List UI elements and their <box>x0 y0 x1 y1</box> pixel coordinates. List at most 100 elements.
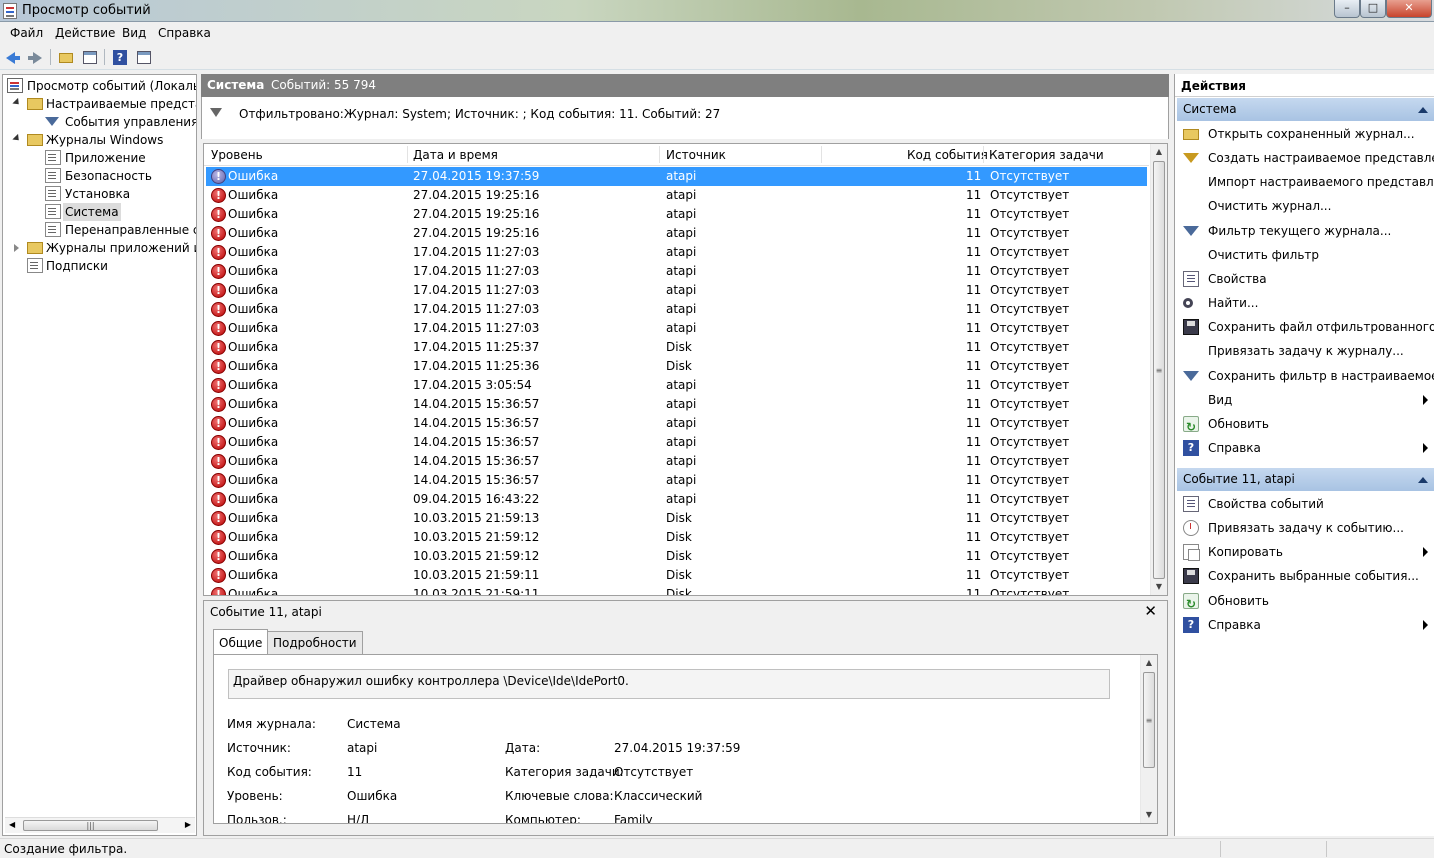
event-viewer-app-icon[interactable] <box>3 3 17 19</box>
close-detail-button[interactable]: ✕ <box>1144 602 1157 620</box>
action-item[interactable]: Вид <box>1177 388 1434 412</box>
action-label: Привязать задачу к журналу... <box>1208 344 1404 359</box>
collapse-arrow-icon[interactable] <box>1418 107 1428 113</box>
tree-item-label: Приложение <box>65 151 146 165</box>
scroll-left-icon[interactable]: ◀ <box>9 820 15 829</box>
action-item[interactable]: Открыть сохраненный журнал... <box>1177 122 1434 146</box>
action-item[interactable]: Сохранить файл отфильтрованного... <box>1177 315 1434 339</box>
action-item[interactable]: Свойства событий <box>1177 492 1434 516</box>
action-item[interactable]: Привязать задачу к журналу... <box>1177 339 1434 363</box>
action-item[interactable]: ? Справка <box>1177 436 1434 460</box>
open-folder-button[interactable] <box>56 48 75 66</box>
scroll-down-icon[interactable]: ▼ <box>1141 807 1157 823</box>
table-row[interactable]: ! Ошибка 17.04.2015 3:05:54 atapi 11 Отсутств… <box>206 376 1147 395</box>
column-header-event-id[interactable]: Код события <box>907 148 988 162</box>
table-row[interactable]: ! Ошибка 27.04.2015 19:25:16 atapi 11 Отсутст… <box>206 186 1147 205</box>
show-hide-tree-button[interactable] <box>80 48 99 66</box>
action-item[interactable]: Обновить <box>1177 412 1434 439</box>
expand-arrow-icon[interactable] <box>12 133 22 144</box>
forward-button[interactable] <box>25 48 44 66</box>
tree-item-windows-logs[interactable]: Журналы Windows <box>11 131 196 149</box>
action-item[interactable]: Создать настраиваемое представле... <box>1177 146 1434 170</box>
back-button[interactable] <box>3 48 22 66</box>
table-row[interactable]: ! Ошибка 10.03.2015 21:59:13 Disk 11 Отсутств… <box>206 509 1147 528</box>
table-row[interactable]: ! Ошибка 14.04.2015 15:36:57 atapi 11 Отсутст… <box>206 471 1147 490</box>
action-item[interactable]: Обновить <box>1177 589 1434 616</box>
action-item[interactable]: Привязать задачу к событию... <box>1177 516 1434 540</box>
menu-file[interactable]: Файл <box>10 26 43 40</box>
column-header-level[interactable]: Уровень <box>211 148 263 162</box>
scroll-up-icon[interactable]: ▲ <box>1141 655 1157 671</box>
menu-help[interactable]: Справка <box>158 26 211 40</box>
action-item[interactable]: Сохранить выбранные события... <box>1177 564 1434 588</box>
table-row[interactable]: ! Ошибка 17.04.2015 11:27:03 atapi 11 Отсутст… <box>206 243 1147 262</box>
table-row[interactable]: ! Ошибка 17.04.2015 11:27:03 atapi 11 Отсутст… <box>206 319 1147 338</box>
expand-arrow-icon[interactable] <box>14 244 19 252</box>
tree-item-system[interactable]: Система <box>43 203 121 221</box>
scrollbar-thumb[interactable]: ≡ <box>1143 672 1155 768</box>
table-row[interactable]: ! Ошибка 27.04.2015 19:25:16 atapi 11 Отсутст… <box>206 224 1147 243</box>
action-item[interactable]: Очистить журнал... <box>1177 194 1434 218</box>
tree-item-label: Система <box>63 203 121 221</box>
column-divider[interactable] <box>659 146 660 163</box>
grid-vertical-scrollbar[interactable]: ▲ ≡ ▼ <box>1150 144 1167 595</box>
table-row[interactable]: ! Ошибка 14.04.2015 15:36:57 atapi 11 Отсутст… <box>206 433 1147 452</box>
show-hide-action-pane-button[interactable] <box>134 48 153 66</box>
actions-section-event[interactable]: Событие 11, atapi <box>1177 468 1434 491</box>
column-header-date[interactable]: Дата и время <box>413 148 498 162</box>
column-header-task-category[interactable]: Категория задачи <box>989 148 1104 162</box>
column-divider[interactable] <box>821 146 822 163</box>
table-row[interactable]: ! Ошибка 17.04.2015 11:27:03 atapi 11 Отсутст… <box>206 300 1147 319</box>
expand-arrow-icon[interactable] <box>12 97 22 108</box>
action-item[interactable]: ? Справка <box>1177 613 1434 637</box>
actions-section-system[interactable]: Система <box>1177 98 1434 121</box>
table-row[interactable]: ! Ошибка 10.03.2015 21:59:12 Disk 11 Отсутств… <box>206 547 1147 566</box>
table-row[interactable]: ! Ошибка 17.04.2015 11:27:03 atapi 11 Отсутст… <box>206 281 1147 300</box>
collapse-arrow-icon[interactable] <box>1418 477 1428 483</box>
table-row[interactable]: ! Ошибка 10.03.2015 21:59:11 Disk 11 Отсутств… <box>206 585 1147 595</box>
scroll-up-icon[interactable]: ▲ <box>1151 144 1167 160</box>
tree-item-custom-views[interactable]: Настраиваемые представле <box>11 95 196 113</box>
scrollbar-thumb[interactable]: ≡ <box>1153 161 1165 579</box>
help-button[interactable]: ? <box>110 48 129 66</box>
action-item[interactable]: Импорт настраиваемого представл... <box>1177 170 1434 194</box>
table-row[interactable]: ! Ошибка 14.04.2015 15:36:57 atapi 11 Отсутст… <box>206 452 1147 471</box>
table-row[interactable]: ! Ошибка 10.03.2015 21:59:11 Disk 11 Отсутств… <box>206 566 1147 585</box>
scrollbar-thumb[interactable]: ||| <box>23 820 158 831</box>
action-item[interactable]: Свойства <box>1177 267 1434 291</box>
table-row[interactable]: ! Ошибка 14.04.2015 15:36:57 atapi 11 Отсутст… <box>206 395 1147 414</box>
action-item[interactable]: Фильтр текущего журнала... <box>1177 219 1434 243</box>
table-row[interactable]: ! Ошибка 09.04.2015 16:43:22 atapi 11 Отсутст… <box>206 490 1147 509</box>
cell-level: Ошибка <box>228 169 279 183</box>
table-row[interactable]: ! Ошибка 17.04.2015 11:25:37 Disk 11 Отсутств… <box>206 338 1147 357</box>
table-row[interactable]: ! Ошибка 14.04.2015 15:36:57 atapi 11 Отсутст… <box>206 414 1147 433</box>
event-message[interactable]: Драйвер обнаружил ошибку контроллера \De… <box>228 669 1110 699</box>
cell-event-id: 11 <box>966 359 982 373</box>
action-item[interactable]: Очистить фильтр <box>1177 243 1434 267</box>
table-row[interactable]: ! Ошибка 27.04.2015 19:25:16 atapi 11 Отсутст… <box>206 205 1147 224</box>
tree-item-forwarded-events[interactable]: Перенаправленные соб <box>43 221 196 239</box>
tab-details[interactable]: Подробности <box>267 631 363 654</box>
column-divider[interactable] <box>407 146 408 163</box>
minimize-button[interactable]: – <box>1334 0 1360 18</box>
column-header-source[interactable]: Источник <box>666 148 726 162</box>
maximize-button[interactable]: □ <box>1360 0 1386 18</box>
action-item[interactable]: Копировать <box>1177 540 1434 564</box>
scroll-right-icon[interactable]: ▶ <box>185 820 191 829</box>
menu-view[interactable]: Вид <box>122 26 146 40</box>
scroll-down-icon[interactable]: ▼ <box>1151 579 1167 595</box>
table-row[interactable]: ! Ошибка 27.04.2015 19:37:59 atapi 11 Отсутст… <box>206 167 1147 186</box>
tree-horizontal-scrollbar[interactable]: ◀ ||| ▶ <box>5 817 195 833</box>
action-item[interactable]: Найти... <box>1177 291 1434 315</box>
column-divider[interactable] <box>983 146 984 163</box>
tree-item-app-service-logs[interactable]: Журналы приложений и сл <box>11 239 196 257</box>
close-window-button[interactable]: ✕ <box>1386 0 1432 18</box>
cell-date: 14.04.2015 15:36:57 <box>413 416 540 430</box>
tab-general[interactable]: Общие <box>213 629 269 655</box>
action-item[interactable]: Сохранить фильтр в настраиваемое... <box>1177 364 1434 388</box>
table-row[interactable]: ! Ошибка 17.04.2015 11:25:36 Disk 11 Отсутств… <box>206 357 1147 376</box>
detail-vertical-scrollbar[interactable]: ▲ ≡ ▼ <box>1140 655 1157 823</box>
menu-action[interactable]: Действие <box>55 26 115 40</box>
table-row[interactable]: ! Ошибка 17.04.2015 11:27:03 atapi 11 Отсутст… <box>206 262 1147 281</box>
table-row[interactable]: ! Ошибка 10.03.2015 21:59:12 Disk 11 Отсутств… <box>206 528 1147 547</box>
